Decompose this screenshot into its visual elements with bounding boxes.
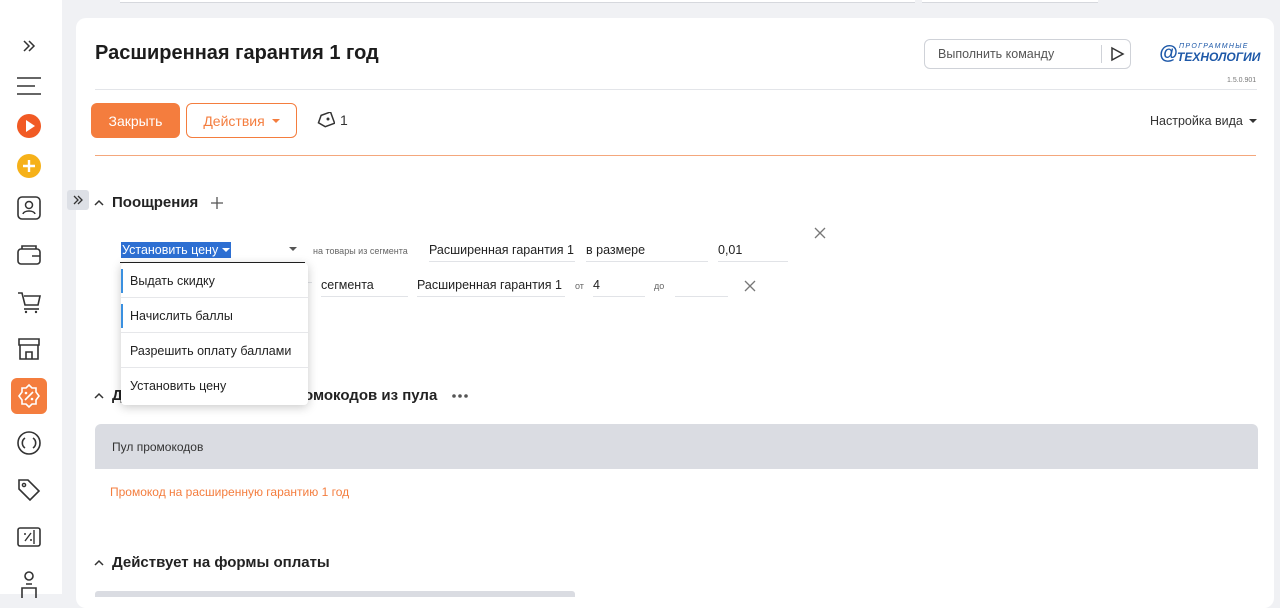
promotion-icon[interactable] [11,378,47,414]
row2-left-edge [308,278,312,283]
logo-at-icon: @ [1159,43,1178,64]
top-field-2 [922,0,1098,3]
segment-field-2[interactable]: Расширенная гарантия 1 [417,278,565,297]
version-label: 1.5.0.901 [1227,77,1257,84]
action-selected-text: Установить цену [122,243,219,257]
actions-label: Действия [203,112,265,129]
dropdown-option-label: Выдать скидку [130,274,215,288]
plus-circle-icon[interactable] [11,148,47,184]
logo-main-text: ТЕХНОЛОГИИ [1177,50,1261,64]
dropdown-option[interactable]: Разрешить оплату баллами [121,333,308,368]
pool-item-link[interactable]: Промокод на расширенную гарантию 1 год [110,485,349,499]
dropdown-option[interactable]: Установить цену [121,368,308,403]
top-field-1 [120,0,915,3]
chevron-up-icon[interactable] [94,558,104,568]
incentives-title: Поощрения [112,194,199,211]
from-field[interactable]: 4 [593,278,645,297]
segment-goods-label: на товары из сегмента [313,246,408,256]
segment-label-2: сегмента [321,278,408,297]
chevron-down-icon [271,118,280,123]
cart-icon[interactable] [11,284,47,320]
dropdown-option-label: Установить цену [130,379,227,393]
selection-indicator [121,269,123,293]
refresh-circle-icon[interactable] [11,425,47,461]
header-divider [95,89,1257,90]
chevron-up-icon[interactable] [94,391,104,401]
promo-pool-title-end: омокодов из пула [304,387,469,404]
command-separator [1101,45,1102,63]
store-icon[interactable] [11,331,47,367]
dropdown-option[interactable]: Выдать скидку [121,263,308,298]
size-label: в размере [586,243,708,262]
close-icon[interactable] [744,280,756,292]
expand-icon[interactable] [11,28,47,64]
chevron-up-icon[interactable] [94,198,104,208]
play-icon[interactable] [11,108,47,144]
dropdown-option[interactable]: Начислить баллы [121,298,308,333]
actions-button[interactable]: Действия [186,103,297,138]
page-title: Расширенная гарантия 1 год [95,42,379,64]
segment-field-1[interactable]: Расширенная гарантия 1 [429,243,575,262]
action-select-value[interactable]: Установить цену [121,242,232,258]
tags-counter[interactable]: 1 [317,112,348,128]
dropdown-option-label: Разрешить оплату баллами [130,344,292,358]
tag-icon [317,112,335,128]
view-settings-dropdown[interactable]: Настройка вида [1150,114,1257,128]
payment-forms-header[interactable]: Действует на формы оплаты [94,554,330,571]
command-input[interactable]: Выполнить команду [924,39,1131,69]
view-settings-label: Настройка вида [1150,114,1243,128]
payment-forms-table-header [95,591,575,597]
wallet-icon[interactable] [11,237,47,273]
to-field[interactable] [675,278,728,297]
coupon-icon[interactable] [11,519,47,555]
pool-table-header: Пул промокодов [95,424,1258,469]
top-strip [0,0,1280,6]
sidebar [0,0,62,598]
main-card: Расширенная гарантия 1 год Выполнить ком… [67,18,1274,608]
from-label: от [575,281,584,291]
select-arrow-icon[interactable] [289,247,297,251]
value-field[interactable]: 0,01 [718,243,788,262]
payment-forms-title: Действует на формы оплаты [112,554,330,571]
person-icon[interactable] [11,566,47,602]
close-icon[interactable] [814,227,826,239]
run-command-icon[interactable] [1108,45,1126,63]
promo-pool-header[interactable]: Д [94,387,123,404]
action-dropdown-menu: Выдать скидку Начислить баллы Разрешить … [121,263,308,405]
selection-indicator [121,304,123,328]
tag-count: 1 [340,112,348,128]
contact-card-icon[interactable] [11,190,47,226]
toolbar-divider [95,155,1256,156]
promo-title-end: омокодов из пула [304,387,438,404]
dropdown-option-label: Начислить баллы [130,309,233,323]
to-label: до [654,281,665,291]
pool-column-header: Пул промокодов [112,440,204,454]
expand-panel-icon[interactable] [67,190,89,210]
incentives-header[interactable]: Поощрения [94,194,224,211]
company-logo: @ ПРОГРАММНЫЕ ТЕХНОЛОГИИ [1159,43,1261,65]
chevron-down-icon [222,248,231,252]
menu-icon[interactable] [11,68,47,104]
command-placeholder: Выполнить команду [938,47,1055,61]
logo-top-text: ПРОГРАММНЫЕ [1179,43,1249,50]
chevron-down-icon [1248,119,1257,123]
more-icon[interactable] [451,393,469,399]
tag-icon[interactable] [11,472,47,508]
close-button[interactable]: Закрыть [91,103,180,138]
add-incentive-icon[interactable] [210,196,224,210]
